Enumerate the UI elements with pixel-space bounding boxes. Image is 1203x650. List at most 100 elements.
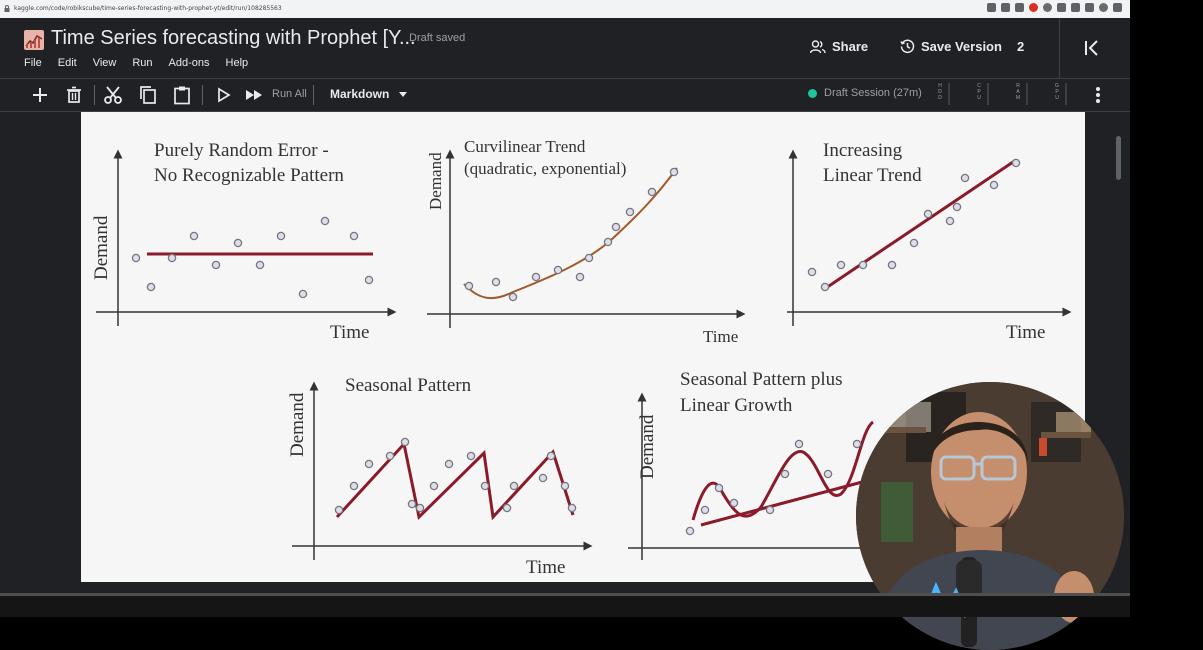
browser-address-bar[interactable]: kaggle.com/code/robikscube/time-series-f… — [0, 0, 1130, 18]
save-version-button[interactable]: Save Version — [900, 39, 1002, 54]
data-point — [945, 216, 955, 226]
meter-cpu: CPU — [977, 83, 981, 101]
run-all-label[interactable]: Run All — [272, 88, 307, 100]
notebook-header: Time Series forecasting with Prophet [Y.… — [0, 18, 1130, 79]
data-point — [836, 260, 846, 270]
version-count[interactable]: 2 — [1017, 39, 1024, 54]
copy-icon[interactable] — [138, 85, 158, 105]
extensions-puzzle-icon[interactable] — [1071, 3, 1080, 12]
gpu-usage-bar — [1065, 83, 1067, 105]
y-axis-label: Demand — [91, 215, 112, 280]
menu-addons[interactable]: Add-ons — [169, 57, 210, 69]
profile-avatar-icon[interactable] — [1099, 3, 1108, 12]
y-axis-label: Demand — [426, 152, 445, 210]
notebook-title[interactable]: Time Series forecasting with Prophet [Y.… — [51, 27, 416, 50]
paste-icon[interactable] — [172, 85, 192, 105]
toolbar-separator — [94, 85, 95, 105]
data-point — [364, 459, 374, 469]
sidebar-icon[interactable] — [1085, 3, 1094, 12]
data-point — [960, 173, 970, 183]
browser-menu-icon[interactable] — [1113, 3, 1122, 12]
data-point — [167, 253, 177, 263]
lock-icon — [4, 5, 10, 12]
people-icon — [810, 39, 826, 53]
data-point — [858, 260, 868, 270]
menu-help[interactable]: Help — [226, 57, 249, 69]
url-text: kaggle.com/code/robikscube/time-series-f… — [14, 5, 282, 12]
cell-type-dropdown[interactable]: Markdown — [330, 87, 408, 101]
extension-gray-icon[interactable] — [1043, 3, 1052, 12]
share-page-icon[interactable] — [1001, 3, 1010, 12]
share-button[interactable]: Share — [810, 39, 868, 54]
data-point — [385, 451, 395, 461]
data-point — [560, 481, 570, 491]
data-point — [647, 187, 657, 197]
save-version-label: Save Version — [921, 39, 1002, 54]
extension-red-icon[interactable] — [1029, 3, 1038, 12]
y-axis-label: Demand — [287, 392, 308, 457]
add-cell-icon[interactable] — [30, 85, 50, 105]
data-point — [567, 503, 577, 513]
menu-edit[interactable]: Edit — [58, 57, 77, 69]
data-point — [1011, 158, 1021, 168]
more-options-icon[interactable] — [1090, 85, 1106, 105]
data-point — [603, 237, 613, 247]
data-point — [189, 231, 199, 241]
chevron-down-icon — [399, 91, 408, 97]
panel-title-line1: Increasing — [823, 140, 903, 161]
data-point — [820, 282, 830, 292]
data-point — [509, 481, 519, 491]
data-point — [765, 505, 775, 515]
hdd-usage-bar — [948, 83, 950, 105]
video-control-bar[interactable] — [0, 593, 1203, 617]
panel-title-line2: Linear Growth — [680, 395, 793, 416]
header-divider — [1059, 18, 1060, 78]
session-status[interactable]: Draft Session (27m) — [808, 87, 922, 99]
x-axis-label: Time — [526, 557, 565, 578]
data-point — [575, 272, 585, 282]
meter-ram: RAM — [1015, 83, 1021, 101]
zoom-icon[interactable] — [987, 3, 996, 12]
data-point — [255, 260, 265, 270]
collapse-panel-icon[interactable] — [1082, 38, 1102, 58]
toolbar-separator — [313, 85, 314, 105]
data-point — [909, 238, 919, 248]
cut-icon[interactable] — [103, 85, 123, 105]
scrollbar-thumb[interactable] — [1116, 136, 1121, 180]
data-point — [502, 503, 512, 513]
run-all-icon[interactable] — [244, 85, 264, 105]
panel-title-line2: No Recognizable Pattern — [154, 165, 344, 186]
data-point — [952, 202, 962, 212]
x-axis-label: Time — [703, 327, 738, 346]
data-point — [546, 451, 556, 461]
data-point — [298, 289, 308, 299]
panel-title-line1: Seasonal Pattern plus — [680, 369, 843, 390]
panel-title-line1: Purely Random Error - — [154, 140, 329, 161]
run-cell-icon[interactable] — [213, 85, 233, 105]
session-label: Draft Session (27m) — [824, 87, 922, 99]
data-point — [531, 272, 541, 282]
data-point — [415, 503, 425, 513]
x-axis-label: Time — [330, 322, 369, 343]
menu-file[interactable]: File — [24, 57, 42, 69]
bookmark-star-icon[interactable] — [1015, 3, 1024, 12]
data-point — [923, 209, 933, 219]
menu-view[interactable]: View — [93, 57, 117, 69]
x-axis-label: Time — [1006, 322, 1045, 343]
menu-run[interactable]: Run — [132, 57, 152, 69]
data-point — [480, 481, 490, 491]
data-point — [887, 260, 897, 270]
save-status: Draft saved — [409, 32, 466, 44]
data-point — [334, 505, 344, 515]
delete-cell-icon[interactable] — [64, 85, 84, 105]
history-icon — [900, 39, 915, 53]
data-point — [794, 439, 804, 449]
data-point — [429, 481, 439, 491]
video-progress-track[interactable] — [0, 593, 1203, 596]
data-point — [233, 238, 243, 248]
extension-box-icon[interactable] — [1057, 3, 1066, 12]
notebook-toolbar: Run All Markdown Draft Session (27m) HDD… — [0, 79, 1130, 112]
menu-bar: File Edit View Run Add-ons Help — [24, 57, 264, 69]
data-point — [276, 231, 286, 241]
data-point — [508, 292, 518, 302]
